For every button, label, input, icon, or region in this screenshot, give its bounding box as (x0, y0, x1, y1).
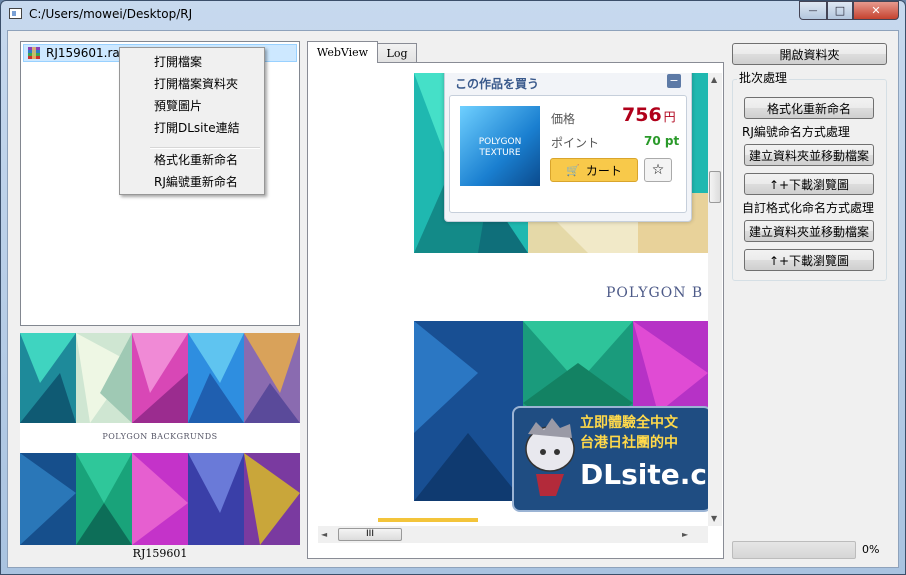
progress-text: 0% (862, 543, 880, 556)
tab-webview[interactable]: WebView (307, 41, 378, 63)
vertical-scrollbar[interactable]: ▲ ▼ (708, 73, 722, 526)
preview-caption: RJ159601 (132, 547, 188, 560)
batch-group-title: 批次處理 (737, 69, 790, 86)
minimize-icon: — (808, 5, 818, 16)
open-folder-label: 開啟資料夾 (779, 47, 840, 62)
close-icon: ✕ (871, 4, 881, 17)
custom-create-folder-label: 建立資料夾並移動檔案 (748, 224, 869, 239)
horizontal-scrollbar[interactable]: ◄ III ► (318, 526, 708, 543)
menu-item-rj-rename[interactable]: RJ編號重新命名 (154, 173, 238, 190)
rj-download-preview-button[interactable]: ↑+下載瀏覽圖 (744, 173, 874, 195)
menu-separator (150, 147, 260, 149)
mid-banner-text: POLYGON B (606, 285, 704, 301)
custom-download-preview-label: ↑+下載瀏覽圖 (768, 253, 850, 268)
star-icon: ☆ (651, 162, 665, 178)
price-value: 756 円 (622, 104, 676, 126)
vertical-scroll-thumb[interactable] (709, 171, 721, 203)
preview-image: POLYGON BACKGRUNDS (20, 333, 300, 545)
custom-download-preview-button[interactable]: ↑+下載瀏覽圖 (744, 249, 874, 271)
context-menu: 打開檔案 打開檔案資料夾 預覽圖片 打開DLsite連結 格式化重新命名 RJ編… (119, 47, 265, 195)
dlsite-logo: DLsite.c (580, 458, 707, 491)
scroll-right-icon[interactable]: ► (682, 530, 688, 539)
preview-banner-text: POLYGON BACKGRUNDS (102, 432, 218, 441)
rj-create-folder-label: 建立資料夾並移動檔案 (748, 148, 869, 163)
custom-create-folder-button[interactable]: 建立資料夾並移動檔案 (744, 220, 874, 242)
format-rename-label: 格式化重新命名 (766, 101, 851, 116)
dlsite-banner-line2: 台港日社團的中 (580, 435, 678, 451)
progress-bar (732, 541, 856, 559)
app-icon (9, 8, 22, 19)
menu-item-open-folder[interactable]: 打開檔案資料夾 (154, 75, 238, 92)
purchase-title: この作品を買う (455, 77, 540, 91)
dlsite-banner-line1: 立即體驗全中文 (580, 415, 678, 431)
menu-item-preview-image[interactable]: 預覽圖片 (154, 97, 202, 114)
window-title: C:/Users/mowei/Desktop/RJ (29, 7, 193, 21)
maximize-icon: □ (834, 4, 846, 17)
rj-section-label: RJ編號命名方式處理 (742, 125, 850, 139)
tab-webview-label: WebView (316, 46, 369, 59)
open-folder-button[interactable]: 開啟資料夾 (732, 43, 887, 65)
webview[interactable]: POLYGON B この作品を買う − POLYGON TEXTURE 価格 7… (318, 73, 708, 526)
collapse-button[interactable]: − (667, 74, 681, 88)
cart-icon: 🛒 (566, 163, 580, 177)
scroll-up-icon[interactable]: ▲ (711, 75, 717, 84)
product-thumbnail: POLYGON TEXTURE (460, 106, 540, 186)
rj-download-preview-label: ↑+下載瀏覽圖 (768, 177, 850, 192)
menu-item-open-dlsite-link[interactable]: 打開DLsite連結 (154, 119, 240, 136)
scroll-down-icon[interactable]: ▼ (711, 514, 717, 523)
cart-label: カート (585, 163, 622, 178)
add-to-cart-button[interactable]: 🛒 カート (550, 158, 638, 182)
purchase-box: この作品を買う − POLYGON TEXTURE 価格 756 円 ポイント 7… (444, 73, 692, 222)
collapse-icon: − (669, 74, 679, 87)
dlsite-banner[interactable]: 立即體驗全中文 台港日社團的中 DLsite.c (512, 406, 708, 512)
file-list-item-label: RJ159601.rar (46, 46, 125, 60)
title-bar[interactable]: C:/Users/mowei/Desktop/RJ — □ ✕ (1, 1, 905, 29)
favorite-button[interactable]: ☆ (644, 158, 672, 182)
close-button[interactable]: ✕ (853, 1, 899, 20)
horizontal-scroll-thumb[interactable]: III (338, 528, 402, 541)
point-value: 70 pt (644, 134, 680, 148)
webview-tab-panel: POLYGON B この作品を買う − POLYGON TEXTURE 価格 7… (307, 62, 724, 559)
menu-item-open-file[interactable]: 打開檔案 (154, 53, 202, 70)
mascot-illustration-icon (525, 418, 575, 496)
rj-create-folder-button[interactable]: 建立資料夾並移動檔案 (744, 144, 874, 166)
main-window: C:/Users/mowei/Desktop/RJ — □ ✕ RJ159601… (0, 0, 906, 575)
scroll-left-icon[interactable]: ◄ (321, 530, 327, 539)
price-label: 価格 (551, 112, 576, 126)
client-area: RJ159601.rar 打開檔案 打開檔案資料夾 預覽圖片 打開DLsite連… (7, 30, 899, 568)
minimize-button[interactable]: — (799, 1, 827, 20)
price-unit: 円 (663, 110, 676, 124)
scroll-grip-icon: III (366, 529, 374, 539)
price-amount: 756 (622, 104, 662, 126)
format-rename-button[interactable]: 格式化重新命名 (744, 97, 874, 119)
maximize-button[interactable]: □ (827, 1, 853, 20)
menu-item-format-rename[interactable]: 格式化重新命名 (154, 151, 238, 168)
thumbnail-text-line2: TEXTURE (479, 148, 521, 158)
rar-archive-icon (28, 47, 40, 59)
tab-log-label: Log (386, 47, 408, 60)
custom-section-label: 自訂格式化命名方式處理 (742, 201, 875, 215)
point-label: ポイント (551, 136, 600, 150)
tab-log[interactable]: Log (377, 43, 417, 63)
thumbnail-text-line1: POLYGON (478, 137, 522, 147)
